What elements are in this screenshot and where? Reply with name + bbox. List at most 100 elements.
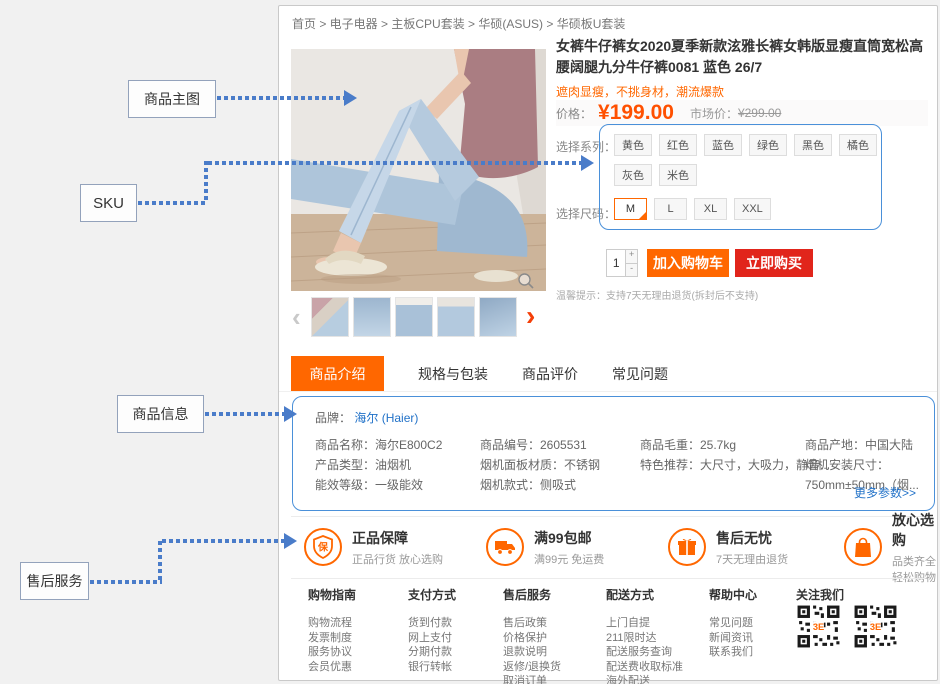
footer-col-shopping-guide: 购物指南 购物流程 发票制度 服务协议 会员优惠 bbox=[308, 586, 356, 675]
tab-product-intro[interactable]: 商品介绍 bbox=[291, 356, 384, 391]
info-item: 能效等级：一级能效 bbox=[315, 475, 442, 495]
footer-link[interactable]: 货到付款 bbox=[408, 617, 456, 631]
size-option[interactable]: L bbox=[654, 198, 687, 220]
series-option[interactable]: 黑色 bbox=[794, 134, 832, 156]
footer-link[interactable]: 返修/退换货 bbox=[503, 661, 561, 675]
detail-tabbar: 商品介绍 规格与包装 商品评价 常见问题 bbox=[279, 356, 937, 392]
footer-link[interactable]: 常见问题 bbox=[709, 617, 757, 631]
series-option[interactable]: 绿色 bbox=[749, 134, 787, 156]
more-params-link[interactable]: 更多参数>> bbox=[854, 484, 916, 501]
thumbnail-3[interactable] bbox=[395, 297, 433, 337]
footer-col-delivery: 配送方式 上门自提 211限时达 配送服务查询 配送费收取标准 海外配送 bbox=[606, 586, 683, 684]
size-option-selected[interactable]: M bbox=[614, 198, 647, 220]
footer-link[interactable]: 购物流程 bbox=[308, 617, 356, 631]
footer-link[interactable]: 联系我们 bbox=[709, 646, 757, 660]
service-subtitle: 品类齐全 轻松购物 bbox=[892, 553, 937, 585]
info-item: 烟机面板材质：不锈钢 bbox=[480, 455, 600, 475]
page: 首页 > 电子电器 > 主板CPU套装 > 华硕(ASUS) > 华硕板U套装 bbox=[0, 0, 940, 684]
buy-now-button[interactable]: 立即购买 bbox=[735, 249, 813, 277]
footer-link[interactable]: 海外配送 bbox=[606, 675, 683, 684]
quantity-input[interactable]: 1 bbox=[607, 250, 625, 276]
quantity-minus-icon[interactable]: - bbox=[626, 264, 637, 277]
tab-spec-package[interactable]: 规格与包装 bbox=[418, 356, 488, 391]
annotation-label-aftersale: 售后服务 bbox=[20, 562, 89, 600]
quantity-stepper: 1 + - bbox=[606, 249, 638, 277]
annotation-line-aftersale-3 bbox=[162, 539, 284, 543]
thumbnail-1[interactable] bbox=[311, 297, 349, 337]
brand-row: 品牌： 海尔 (Haier) bbox=[315, 409, 418, 426]
info-item: 产品类型：油烟机 bbox=[315, 455, 442, 475]
info-item: 商品名称：海尔E800C2 bbox=[315, 435, 442, 455]
footer-link[interactable]: 价格保护 bbox=[503, 632, 561, 646]
size-option[interactable]: XL bbox=[694, 198, 727, 220]
size-option[interactable]: XXL bbox=[734, 198, 771, 220]
tab-reviews[interactable]: 商品评价 bbox=[522, 356, 578, 391]
brand-label: 品牌： bbox=[315, 411, 351, 425]
zoom-magnifier-icon[interactable] bbox=[517, 272, 535, 290]
footer-link[interactable]: 取消订单 bbox=[503, 675, 561, 684]
footer-link[interactable]: 发票制度 bbox=[308, 632, 356, 646]
footer-link[interactable]: 配送费收取标准 bbox=[606, 661, 683, 675]
add-to-cart-button[interactable]: 加入购物车 bbox=[647, 249, 729, 277]
annotation-arrow-info bbox=[284, 406, 297, 422]
annotation-label-main-image: 商品主图 bbox=[128, 80, 216, 118]
breadcrumb[interactable]: 首页 > 电子电器 > 主板CPU套装 > 华硕(ASUS) > 华硕板U套装 bbox=[292, 15, 625, 32]
brand-link[interactable]: 海尔 (Haier) bbox=[354, 411, 418, 425]
footer-link[interactable]: 新闻资讯 bbox=[709, 632, 757, 646]
product-main-image[interactable] bbox=[291, 49, 546, 291]
footer-col-aftersale: 售后服务 售后政策 价格保护 退款说明 返修/退换货 取消订单 bbox=[503, 586, 561, 684]
footer-divider bbox=[291, 578, 925, 579]
annotation-label-info: 商品信息 bbox=[117, 395, 204, 433]
annotation-arrow-aftersale bbox=[284, 533, 297, 549]
footer-link[interactable]: 网上支付 bbox=[408, 632, 456, 646]
annotation-line-sku-1 bbox=[138, 201, 208, 205]
thumbnail-4[interactable] bbox=[437, 297, 475, 337]
footer-link[interactable]: 配送服务查询 bbox=[606, 646, 683, 660]
service-subtitle: 正品行货 放心选购 bbox=[352, 551, 443, 567]
footer-link[interactable]: 分期付款 bbox=[408, 646, 456, 660]
footer-col-title: 售后服务 bbox=[503, 586, 561, 603]
thumbnail-2[interactable] bbox=[353, 297, 391, 337]
bag-icon bbox=[844, 528, 882, 566]
footer-link[interactable]: 上门自提 bbox=[606, 617, 683, 631]
series-option[interactable]: 黄色 bbox=[614, 134, 652, 156]
product-promo-line: 遮肉显瘦，不挑身材，潮流爆款 bbox=[556, 83, 724, 100]
product-detail-panel: 首页 > 电子电器 > 主板CPU套装 > 华硕(ASUS) > 华硕板U套装 bbox=[278, 5, 938, 681]
thumbnail-5[interactable] bbox=[479, 297, 517, 337]
price-row: 价格： ¥199.00 市场价： ¥299.00 bbox=[556, 100, 928, 126]
return-policy-tip: 温馨提示：支持7天无理由退货(拆封后不支持) bbox=[556, 287, 758, 302]
product-photo-illustration bbox=[291, 49, 546, 291]
series-option[interactable]: 橘色 bbox=[839, 134, 877, 156]
footer-col-title: 关注我们 bbox=[796, 586, 844, 603]
series-options-row-2: 灰色 米色 bbox=[614, 164, 697, 186]
footer-link[interactable]: 银行转帐 bbox=[408, 661, 456, 675]
thumbnail-strip bbox=[311, 297, 517, 337]
size-options-row: M L XL XXL bbox=[614, 198, 771, 220]
series-options-row-1: 黄色 红色 蓝色 绿色 黑色 橘色 bbox=[614, 134, 877, 156]
quantity-plus-icon[interactable]: + bbox=[626, 250, 637, 264]
annotation-line-sku-2 bbox=[204, 161, 208, 203]
service-title: 售后无忧 bbox=[716, 528, 788, 548]
thumbnail-next-icon[interactable]: › bbox=[526, 302, 535, 330]
info-item: 商品毛重：25.7kg bbox=[640, 435, 830, 455]
footer-link[interactable]: 会员优惠 bbox=[308, 661, 356, 675]
series-option[interactable]: 米色 bbox=[659, 164, 697, 186]
tab-faq[interactable]: 常见问题 bbox=[612, 356, 668, 391]
thumbnail-prev-icon[interactable]: ‹ bbox=[292, 304, 301, 330]
series-option[interactable]: 蓝色 bbox=[704, 134, 742, 156]
sku-highlight-box: 黄色 红色 蓝色 绿色 黑色 橘色 灰色 米色 M L XL XXL bbox=[599, 124, 882, 230]
info-column-2: 商品编号：2605531 烟机面板材质：不锈钢 烟机款式：侧吸式 bbox=[480, 435, 600, 495]
footer-link[interactable]: 退款说明 bbox=[503, 646, 561, 660]
footer-link[interactable]: 211限时达 bbox=[606, 632, 683, 646]
footer-link[interactable]: 售后政策 bbox=[503, 617, 561, 631]
annotation-label-sku: SKU bbox=[80, 184, 137, 222]
series-option[interactable]: 灰色 bbox=[614, 164, 652, 186]
footer-link[interactable]: 服务协议 bbox=[308, 646, 356, 660]
service-subtitle: 7天无理由退货 bbox=[716, 551, 788, 567]
annotation-arrow-sku bbox=[581, 155, 594, 171]
footer-col-title: 购物指南 bbox=[308, 586, 356, 603]
service-badge-free-shipping: 满99包邮 满99元 免运费 bbox=[486, 523, 604, 571]
svg-text:保: 保 bbox=[317, 541, 329, 554]
truck-icon bbox=[486, 528, 524, 566]
series-option[interactable]: 红色 bbox=[659, 134, 697, 156]
